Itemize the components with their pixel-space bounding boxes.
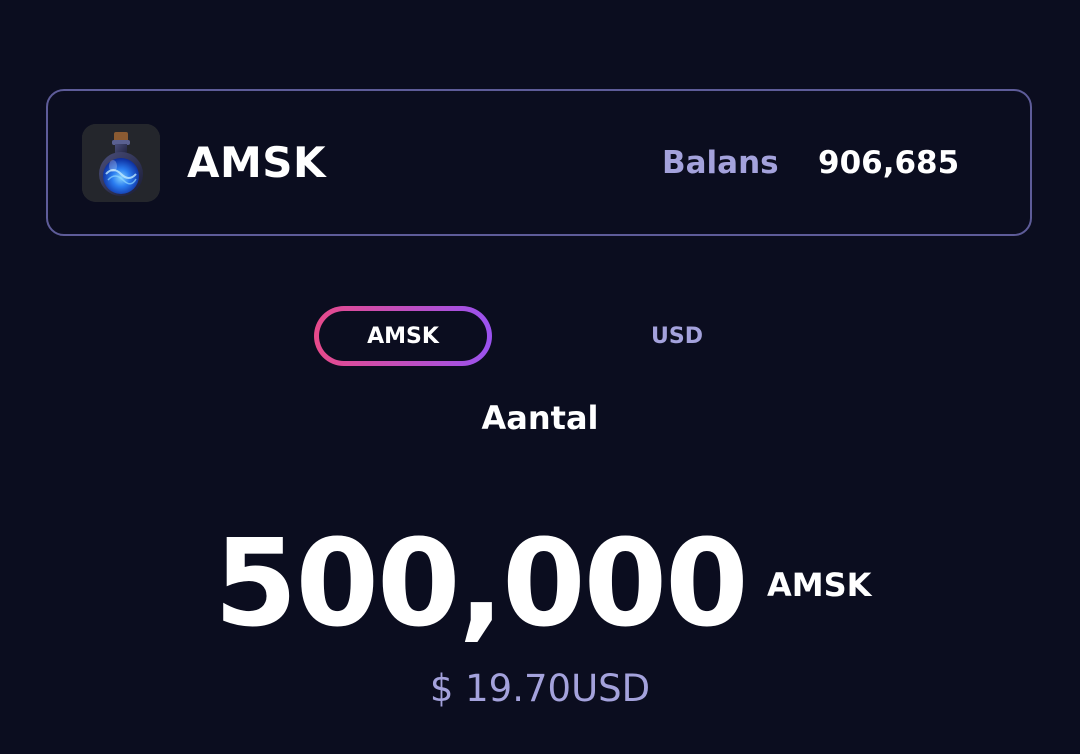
amount-usd-equivalent: $ 19.70USD bbox=[429, 667, 651, 710]
toggle-amsk-button[interactable]: AMSK bbox=[314, 306, 492, 366]
token-card[interactable]: AMSK Balans 906,685 bbox=[46, 89, 1032, 236]
amount-value[interactable]: 500,000 bbox=[214, 510, 749, 660]
toggle-usd-button[interactable]: USD bbox=[598, 306, 756, 366]
amount-unit: AMSK bbox=[767, 566, 872, 604]
potion-flask-icon bbox=[82, 124, 160, 202]
balance-label: Balans bbox=[662, 145, 779, 181]
token-name: AMSK bbox=[187, 138, 327, 187]
balance-value: 906,685 bbox=[818, 145, 960, 181]
amount-caption: Aantal bbox=[481, 399, 599, 437]
